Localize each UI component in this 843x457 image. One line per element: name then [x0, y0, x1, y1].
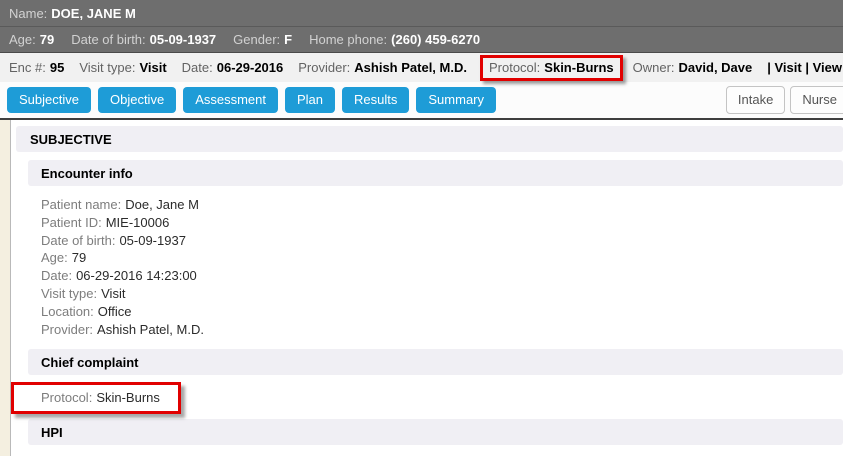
info-dob: Date of birth:05-09-1937	[41, 232, 843, 250]
dob-field: Date of birth:05-09-1937	[71, 32, 216, 47]
chief-complaint-protocol-highlight-box: Protocol: Skin-Burns	[11, 382, 181, 414]
patient-name-banner: Name: DOE, JANE M	[0, 0, 843, 27]
date-field: Date:06-29-2016	[182, 60, 284, 75]
owner-field: Owner:David, Dave	[633, 60, 753, 75]
tab-assessment[interactable]: Assessment	[183, 87, 278, 113]
patient-name-value: DOE, JANE M	[51, 6, 136, 21]
provider-field: Provider:Ashish Patel, M.D.	[298, 60, 467, 75]
visit-type-field: Visit type:Visit	[79, 60, 166, 75]
tab-subjective[interactable]: Subjective	[7, 87, 91, 113]
info-provider: Provider:Ashish Patel, M.D.	[41, 321, 843, 339]
tab-objective[interactable]: Objective	[98, 87, 176, 113]
section-header-encounter-info: Encounter info	[28, 160, 843, 186]
gender-field: Gender:F	[233, 32, 292, 47]
chief-complaint-protocol-value: Skin-Burns	[96, 390, 160, 405]
note-body: SUBJECTIVE Encounter info Patient name:D…	[11, 120, 843, 456]
tab-row: Subjective Objective Assessment Plan Res…	[0, 82, 843, 120]
tab-summary[interactable]: Summary	[416, 87, 496, 113]
action-buttons: Intake Nurse	[721, 86, 843, 114]
left-margin-strip	[0, 120, 11, 456]
section-header-hpi: HPI	[28, 419, 843, 445]
info-age: Age:79	[41, 249, 843, 267]
info-date: Date:06-29-2016 14:23:00	[41, 267, 843, 285]
protocol-highlight-box: Protocol: Skin-Burns	[480, 55, 623, 81]
tab-plan[interactable]: Plan	[285, 87, 335, 113]
protocol-label: Protocol:	[489, 60, 540, 75]
intake-button[interactable]: Intake	[726, 86, 785, 114]
encounter-bar: Enc #:95 Visit type:Visit Date:06-29-201…	[0, 52, 843, 82]
encounter-info-block: Patient name:Doe, Jane M Patient ID:MIE-…	[11, 186, 843, 342]
info-visit-type: Visit type:Visit	[41, 285, 843, 303]
section-header-chief-complaint: Chief complaint	[28, 349, 843, 375]
info-patient-name: Patient name:Doe, Jane M	[41, 196, 843, 214]
patient-demographics-banner: Age:79 Date of birth:05-09-1937 Gender:F…	[0, 27, 843, 52]
home-phone-field: Home phone:(260) 459-6270	[309, 32, 480, 47]
section-header-subjective: SUBJECTIVE	[16, 126, 843, 152]
chief-complaint-protocol-label: Protocol:	[41, 390, 92, 405]
visit-links[interactable]: | Visit | View Visit |	[767, 60, 843, 75]
enc-number-field: Enc #:95	[9, 60, 64, 75]
tab-results[interactable]: Results	[342, 87, 409, 113]
content-area: SUBJECTIVE Encounter info Patient name:D…	[0, 120, 843, 456]
info-location: Location:Office	[41, 303, 843, 321]
patient-name-label: Name:	[9, 6, 47, 21]
age-field: Age:79	[9, 32, 54, 47]
protocol-value: Skin-Burns	[544, 60, 613, 75]
info-patient-id: Patient ID:MIE-10006	[41, 214, 843, 232]
nurse-button[interactable]: Nurse	[790, 86, 843, 114]
